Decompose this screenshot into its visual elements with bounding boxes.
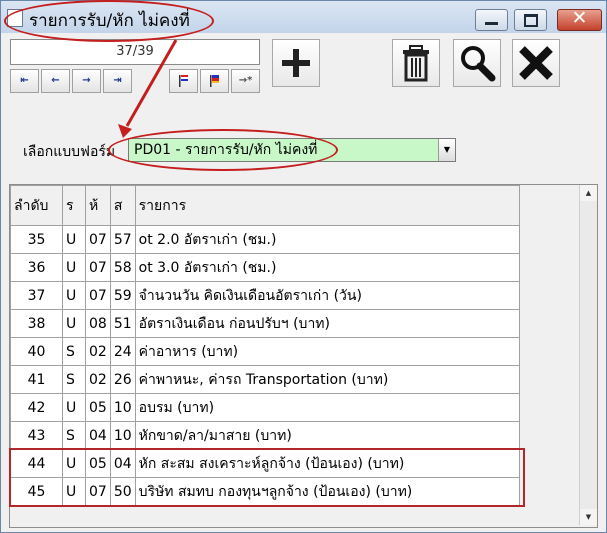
cell-s[interactable]: 57 <box>109 225 136 254</box>
dropdown-arrow-icon[interactable]: ▼ <box>438 139 455 161</box>
cell-s[interactable]: 10 <box>109 393 136 422</box>
cell-h[interactable]: 08 <box>85 309 111 338</box>
maximize-icon <box>524 14 538 27</box>
cell-item[interactable]: อัตราเงินเดือน ก่อนปรับฯ (บาท) <box>134 309 520 338</box>
cell-r[interactable]: U <box>62 253 86 282</box>
cell-h[interactable]: 05 <box>85 393 111 422</box>
vertical-scrollbar[interactable]: ▲ ▼ <box>579 185 597 525</box>
last-record-button[interactable]: ⇥ <box>103 69 132 93</box>
goto-icon: →* <box>238 75 253 86</box>
search-icon <box>461 46 496 82</box>
cell-r[interactable]: U <box>62 309 86 338</box>
form-annotation-ellipse <box>108 129 338 171</box>
first-record-button[interactable]: ⇤ <box>10 69 39 93</box>
scroll-down-icon[interactable]: ▼ <box>580 509 597 525</box>
flag-multi-icon <box>209 75 219 87</box>
cell-order[interactable]: 43 <box>10 421 63 450</box>
flag-icon <box>178 75 188 87</box>
cell-order[interactable]: 36 <box>10 253 63 282</box>
grid-header-row: ลำดับ ร ห้ ส รายการ <box>10 185 520 226</box>
cell-s[interactable]: 26 <box>109 365 136 394</box>
cell-s[interactable]: 24 <box>109 337 136 366</box>
table-row[interactable]: 42 U 05 10 อบรม (บาท) <box>10 393 520 422</box>
cell-s[interactable]: 10 <box>109 421 136 450</box>
form-selector-label: เลือกแบบฟอร์ม <box>23 144 116 160</box>
cell-h[interactable]: 02 <box>85 365 111 394</box>
table-row[interactable]: 38 U 08 51 อัตราเงินเดือน ก่อนปรับฯ (บาท) <box>10 309 520 338</box>
app-window: รายการรับ/หัก ไม่คงที่ ✕ 37/39 ⇤ ← → ⇥ →… <box>0 0 607 533</box>
header-order[interactable]: ลำดับ <box>10 185 63 226</box>
add-button[interactable] <box>272 39 320 87</box>
scroll-up-icon[interactable]: ▲ <box>580 185 597 201</box>
header-item[interactable]: รายการ <box>134 185 520 226</box>
cell-item[interactable]: อบรม (บาท) <box>134 393 520 422</box>
cell-s[interactable]: 59 <box>109 281 136 310</box>
cell-r[interactable]: U <box>62 393 86 422</box>
close-button[interactable]: ✕ <box>557 7 602 31</box>
cell-order[interactable]: 42 <box>10 393 63 422</box>
minimize-button[interactable] <box>475 9 508 31</box>
close-icon: ✕ <box>571 7 588 29</box>
cell-h[interactable]: 04 <box>85 421 111 450</box>
cell-order[interactable]: 40 <box>10 337 63 366</box>
cell-item[interactable]: ค่าอาหาร (บาท) <box>134 337 520 366</box>
cell-r[interactable]: S <box>62 365 86 394</box>
cell-h[interactable]: 02 <box>85 337 111 366</box>
cell-order[interactable]: 37 <box>10 281 63 310</box>
cell-r[interactable]: U <box>62 225 86 254</box>
cell-item[interactable]: ot 2.0 อัตราเก่า (ชม.) <box>134 225 520 254</box>
table-row[interactable]: 36 U 07 58 ot 3.0 อัตราเก่า (ชม.) <box>10 253 520 282</box>
table-row[interactable]: 35 U 07 57 ot 2.0 อัตราเก่า (ชม.) <box>10 225 520 254</box>
table-row[interactable]: 43 S 04 10 หักขาด/ลา/มาสาย (บาท) <box>10 421 520 450</box>
cell-r[interactable]: U <box>62 281 86 310</box>
cell-h[interactable]: 07 <box>85 225 111 254</box>
highlight-rectangle <box>9 448 525 507</box>
maximize-button[interactable] <box>514 9 547 31</box>
next-record-button[interactable]: → <box>72 69 101 93</box>
cell-item[interactable]: จำนวนวัน คิดเงินเดือนอัตราเก่า (วัน) <box>134 281 520 310</box>
cell-r[interactable]: S <box>62 337 86 366</box>
header-r[interactable]: ร <box>62 185 86 226</box>
flag-button[interactable] <box>169 69 198 93</box>
search-button[interactable] <box>453 39 501 87</box>
cell-s[interactable]: 58 <box>109 253 136 282</box>
trash-button[interactable] <box>392 39 440 87</box>
record-counter: 37/39 <box>10 39 260 65</box>
cell-item[interactable]: หักขาด/ลา/มาสาย (บาท) <box>134 421 520 450</box>
table-row[interactable]: 40 S 02 24 ค่าอาหาร (บาท) <box>10 337 520 366</box>
header-s[interactable]: ส <box>109 185 136 226</box>
cell-item[interactable]: ot 3.0 อัตราเก่า (ชม.) <box>134 253 520 282</box>
title-annotation-ellipse <box>4 0 214 42</box>
cell-order[interactable]: 41 <box>10 365 63 394</box>
next-icon: → <box>82 75 91 86</box>
goto-record-button[interactable]: →* <box>231 69 260 93</box>
cell-r[interactable]: S <box>62 421 86 450</box>
delete-button[interactable] <box>512 39 560 87</box>
cell-order[interactable]: 38 <box>10 309 63 338</box>
minimize-icon <box>485 22 498 25</box>
cell-order[interactable]: 35 <box>10 225 63 254</box>
first-icon: ⇤ <box>20 75 29 86</box>
delete-x-icon <box>519 46 553 80</box>
trash-icon <box>403 45 429 82</box>
cell-h[interactable]: 07 <box>85 253 111 282</box>
table-row[interactable]: 37 U 07 59 จำนวนวัน คิดเงินเดือนอัตราเก่า (ว… <box>10 281 520 310</box>
table-row[interactable]: 41 S 02 26 ค่าพาหนะ, ค่ารถ Transportation (บ… <box>10 365 520 394</box>
cell-h[interactable]: 07 <box>85 281 111 310</box>
previous-icon: ← <box>51 75 60 86</box>
last-icon: ⇥ <box>113 75 122 86</box>
flag-reset-button[interactable] <box>200 69 229 93</box>
header-h[interactable]: ห้ <box>85 185 111 226</box>
cell-s[interactable]: 51 <box>109 309 136 338</box>
cell-item[interactable]: ค่าพาหนะ, ค่ารถ Transportation (บาท) <box>134 365 520 394</box>
add-icon <box>282 49 310 77</box>
previous-record-button[interactable]: ← <box>41 69 70 93</box>
